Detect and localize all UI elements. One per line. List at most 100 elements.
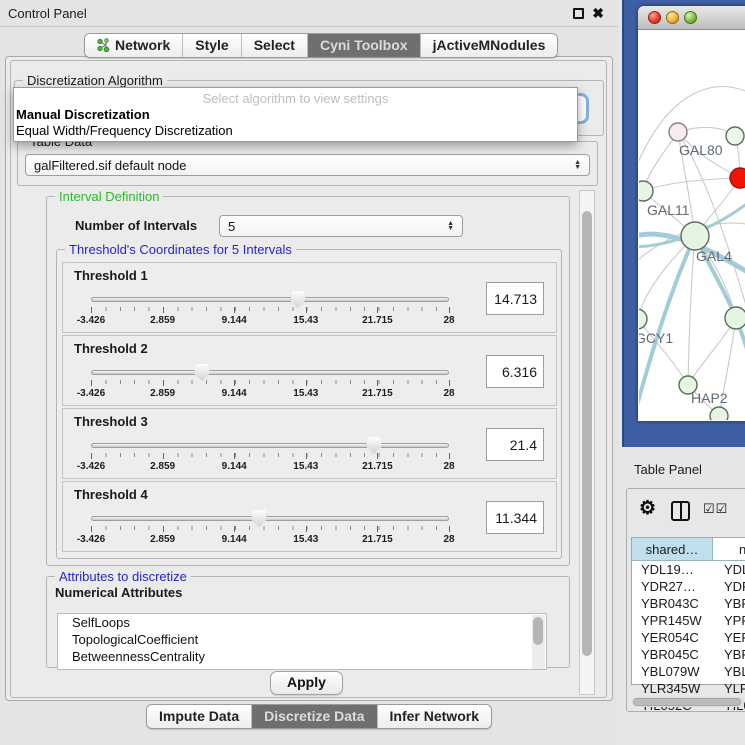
list-item[interactable]: SelfLoops bbox=[58, 614, 546, 631]
columns-icon[interactable] bbox=[671, 501, 690, 521]
node-g[interactable] bbox=[726, 127, 744, 145]
close-traffic-light-icon[interactable] bbox=[648, 11, 661, 24]
threshold-label: Threshold 4 bbox=[74, 487, 148, 502]
node-red[interactable] bbox=[730, 168, 745, 188]
network-canvas[interactable]: GAL80 G GAL11 C GAL4 GCY1 H HAP2 bbox=[639, 31, 745, 420]
threshold-label: Threshold 1 bbox=[74, 268, 148, 283]
tab-discretize-data[interactable]: Discretize Data bbox=[251, 705, 376, 728]
node-label: GAL80 bbox=[679, 142, 723, 158]
table-row[interactable]: YDR27…YDR2 bbox=[632, 578, 745, 595]
node-label: HAP2 bbox=[691, 390, 728, 406]
node-h[interactable] bbox=[725, 307, 745, 329]
combo-stepper-icon: ▲▼ bbox=[447, 221, 454, 231]
node-gcy1[interactable] bbox=[639, 309, 647, 329]
slider-thumb[interactable] bbox=[290, 291, 305, 308]
threshold-slider[interactable]: -3.4262.8599.14415.4321.71528 bbox=[91, 370, 449, 400]
slider-scale-labels: -3.4262.8599.14415.4321.71528 bbox=[91, 315, 449, 327]
control-panel: Control Panel ✖ Network bbox=[0, 0, 618, 745]
table-row[interactable]: YER054CYER0 bbox=[632, 629, 745, 646]
column-header-shared-name[interactable]: shared… bbox=[632, 538, 713, 560]
threshold-label: Threshold 3 bbox=[74, 414, 148, 429]
threshold-value-field[interactable]: 11.344 bbox=[486, 501, 544, 534]
slider-track[interactable] bbox=[91, 297, 449, 302]
zoom-traffic-light-icon[interactable] bbox=[684, 11, 697, 24]
node-table: shared… na YDL19…YDL1 YDR27…YDR2 YBR043C… bbox=[631, 537, 745, 685]
float-window-icon[interactable] bbox=[573, 8, 584, 19]
minimize-traffic-light-icon[interactable] bbox=[666, 11, 679, 24]
numerical-attributes-list[interactable]: SelfLoops TopologicalCoefficient Between… bbox=[57, 613, 547, 670]
table-header-row: shared… na bbox=[632, 538, 745, 561]
table-row[interactable]: YBR043CYBR0 bbox=[632, 595, 745, 612]
node-gal4[interactable] bbox=[681, 222, 709, 250]
threshold-slider[interactable]: -3.4262.8599.14415.4321.71528 bbox=[91, 516, 449, 546]
num-intervals-combo[interactable]: 5 ▲▼ bbox=[219, 215, 463, 237]
node-gal11[interactable] bbox=[639, 181, 653, 201]
close-icon[interactable]: ✖ bbox=[592, 7, 604, 19]
tab-impute-data[interactable]: Impute Data bbox=[147, 705, 251, 728]
slider-thumb[interactable] bbox=[194, 364, 209, 381]
gear-icon[interactable]: ⚙ bbox=[639, 497, 656, 520]
slider-thumb[interactable] bbox=[252, 510, 267, 527]
node-label: GAL4 bbox=[696, 248, 732, 264]
threshold-value-field[interactable]: 21.4 bbox=[486, 428, 544, 461]
threshold-row: Threshold 1 -3.4262.8599.14415.4321.7152… bbox=[62, 262, 557, 333]
node-label: GAL11 bbox=[647, 202, 690, 218]
threshold-row: Threshold 4 -3.4262.8599.14415.4321.7152… bbox=[62, 481, 557, 552]
node-gal80[interactable] bbox=[669, 123, 687, 141]
table-data-combo-value: galFiltered.sif default node bbox=[34, 158, 186, 173]
slider-track[interactable] bbox=[91, 443, 449, 448]
slider-track[interactable] bbox=[91, 370, 449, 375]
table-hscrollbar[interactable] bbox=[632, 697, 744, 707]
list-item[interactable]: TopologicalCoefficient bbox=[58, 631, 546, 648]
panel-scrollbar-thumb[interactable] bbox=[582, 211, 592, 656]
table-row[interactable]: YDL19…YDL1 bbox=[632, 561, 745, 578]
table-row[interactable]: YPR145WYPR1 bbox=[632, 612, 745, 629]
tab-select[interactable]: Select bbox=[241, 34, 307, 57]
table-data-combo[interactable]: galFiltered.sif default node ▲▼ bbox=[25, 154, 590, 176]
combo-stepper-icon: ▲▼ bbox=[574, 160, 581, 170]
list-scrollbar-thumb[interactable] bbox=[533, 617, 543, 645]
slider-ticks bbox=[91, 380, 449, 386]
table-hscrollbar-thumb[interactable] bbox=[633, 698, 741, 706]
option-manual-discretization[interactable]: Manual Discretization bbox=[16, 107, 150, 122]
network-window: GAL80 G GAL11 C GAL4 GCY1 H HAP2 bbox=[638, 6, 745, 421]
slider-thumb[interactable] bbox=[366, 437, 381, 454]
table-data-group: Table Data galFiltered.sif default node … bbox=[17, 141, 598, 186]
tab-infer-network[interactable]: Infer Network bbox=[377, 705, 491, 728]
node-bottom[interactable] bbox=[710, 407, 728, 420]
threshold-row: Threshold 3 -3.4262.8599.14415.4321.7152… bbox=[62, 408, 557, 479]
table-panel-title: Table Panel bbox=[634, 462, 702, 477]
screen: Control Panel ✖ Network bbox=[0, 0, 745, 745]
thresholds-group: Threshold's Coordinates for 5 Intervals … bbox=[56, 249, 562, 559]
table-row[interactable]: YBR045CYBR0 bbox=[632, 646, 745, 663]
top-tabstrip: Network Style Select Cyni Toolbox jActiv… bbox=[84, 33, 558, 58]
list-item[interactable]: BetweennessCentrality bbox=[58, 648, 546, 665]
table-panel: ⚙ ☑☑ shared… na YDL19…YDL1 YDR27…YDR2 YB… bbox=[626, 488, 745, 712]
node-label: GCY1 bbox=[639, 330, 673, 346]
threshold-slider[interactable]: -3.4262.8599.14415.4321.71528 bbox=[91, 443, 449, 473]
threshold-slider[interactable]: -3.4262.8599.14415.4321.71528 bbox=[91, 297, 449, 327]
threshold-value-field[interactable]: 14.713 bbox=[486, 282, 544, 315]
column-header-name[interactable]: na bbox=[713, 538, 745, 560]
threshold-value-field[interactable]: 6.316 bbox=[486, 355, 544, 388]
bottom-tabstrip: Impute Data Discretize Data Infer Networ… bbox=[146, 704, 492, 729]
attributes-group: Attributes to discretize Numerical Attri… bbox=[46, 576, 570, 668]
tab-cyni-toolbox[interactable]: Cyni Toolbox bbox=[307, 34, 420, 57]
num-intervals-label: Number of Intervals bbox=[75, 218, 197, 233]
threshold-row: Threshold 2 -3.4262.8599.14415.4321.7152… bbox=[62, 335, 557, 406]
option-equal-width-frequency[interactable]: Equal Width/Frequency Discretization bbox=[16, 123, 233, 138]
apply-button[interactable]: Apply bbox=[270, 671, 343, 695]
discretization-algorithm-title: Discretization Algorithm bbox=[23, 73, 167, 88]
tab-network[interactable]: Network bbox=[85, 34, 182, 57]
table-row[interactable]: YLR345WYLR3 bbox=[632, 680, 745, 697]
slider-scale-labels: -3.4262.8599.14415.4321.71528 bbox=[91, 461, 449, 473]
slider-track[interactable] bbox=[91, 516, 449, 521]
select-columns-icon[interactable]: ☑☑ bbox=[703, 501, 728, 517]
slider-ticks bbox=[91, 526, 449, 532]
attributes-title: Attributes to discretize bbox=[55, 569, 191, 584]
list-scrollbar[interactable] bbox=[532, 615, 545, 669]
table-row[interactable]: YBL079WYBL0 bbox=[632, 663, 745, 680]
panel-scrollbar[interactable] bbox=[579, 190, 595, 695]
tab-jactivemnodules[interactable]: jActiveMNodules bbox=[420, 34, 558, 57]
tab-style[interactable]: Style bbox=[182, 34, 240, 57]
